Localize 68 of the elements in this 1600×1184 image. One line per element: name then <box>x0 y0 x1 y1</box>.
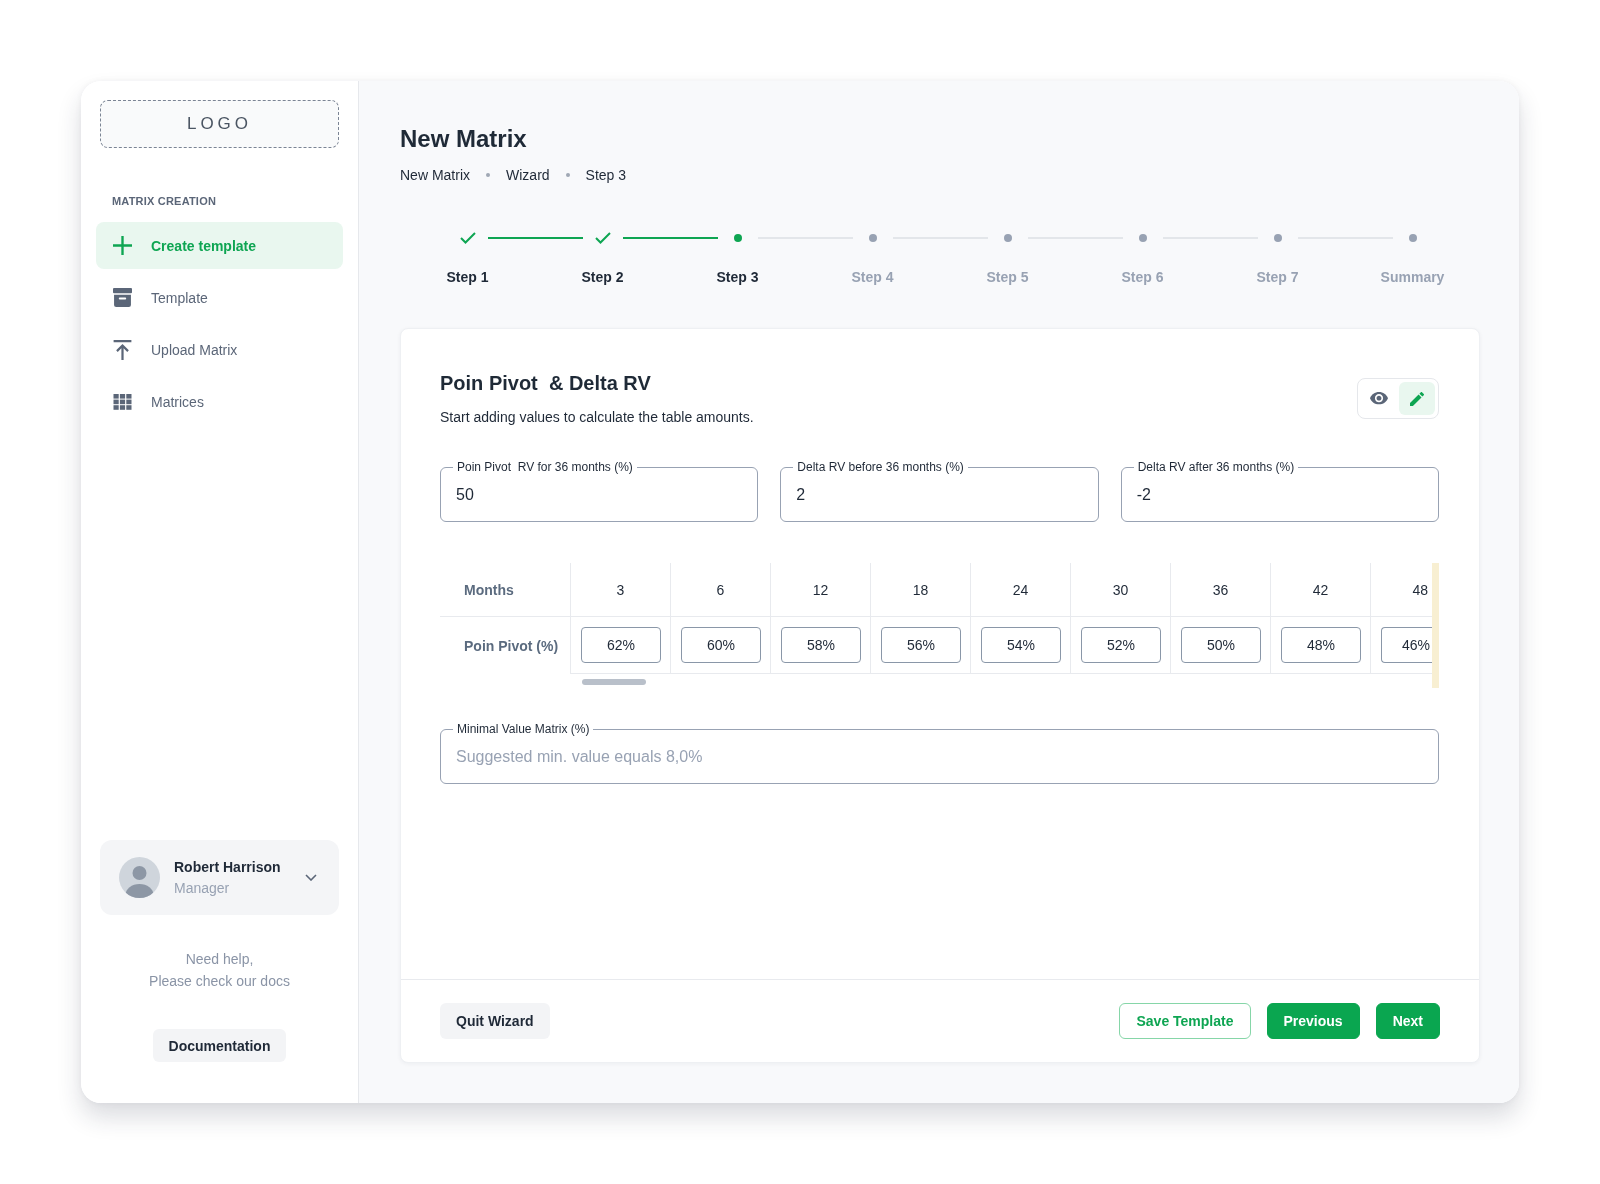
table-header-cell: 18 <box>871 563 971 617</box>
table-header-cell: 30 <box>1071 563 1171 617</box>
percentage-input[interactable]: 58% <box>781 627 861 663</box>
percentage-input[interactable]: 48% <box>1281 627 1361 663</box>
horizontal-scrollbar[interactable] <box>582 679 646 685</box>
field-label: Delta RV before 36 months (%) <box>796 460 965 474</box>
row-label: Poin Pivot (%) <box>440 617 571 674</box>
archive-box-icon <box>113 288 132 307</box>
step-label: Step 7 <box>1256 268 1299 286</box>
pencil-icon <box>1410 391 1424 406</box>
eye-icon <box>1370 392 1388 405</box>
step-label: Step 1 <box>446 268 489 286</box>
input-field[interactable]: Minimal Value Matrix (%) Suggested min. value equals 8,0% <box>440 722 1439 784</box>
page-title: New Matrix <box>400 124 528 154</box>
step-label: Step 2 <box>581 268 624 286</box>
upload-icon <box>113 339 132 360</box>
quit-wizard-button[interactable]: Quit Wizard <box>440 1003 550 1039</box>
percentage-input[interactable]: 46% <box>1381 627 1432 663</box>
text-input[interactable]: 2 <box>793 474 1086 515</box>
sidebar-item[interactable]: Template <box>96 274 343 321</box>
table-header-cell: 24 <box>971 563 1071 617</box>
field-label: Poin Pivot RV for 36 months (%) <box>456 460 634 474</box>
breadcrumb-link[interactable]: New Matrix <box>400 165 470 185</box>
percentage-input[interactable]: 60% <box>681 627 761 663</box>
sidebar-item[interactable]: Upload Matrix <box>96 326 343 373</box>
text-input[interactable]: 50 <box>453 474 746 515</box>
field-label: Minimal Value Matrix (%) <box>456 722 591 736</box>
edit-mode-button[interactable] <box>1399 382 1435 415</box>
step-label: Step 4 <box>851 268 894 286</box>
sidebar-item[interactable]: Matrices <box>96 378 343 425</box>
chevron-down-icon <box>305 874 317 881</box>
percentage-input[interactable]: 62% <box>581 627 661 663</box>
table-header-cell: 42 <box>1271 563 1371 617</box>
percentage-input[interactable]: 52% <box>1081 627 1161 663</box>
input-field[interactable]: Delta RV before 36 months (%) 2 <box>780 460 1099 522</box>
table-header-cell: 6 <box>671 563 771 617</box>
step-label: Summary <box>1380 268 1445 286</box>
table-header-cell: 3 <box>571 563 671 617</box>
table-header-cell: 12 <box>771 563 871 617</box>
user-card[interactable]: Robert Harrison Manager <box>100 840 339 915</box>
text-input[interactable]: -2 <box>1133 474 1426 515</box>
documentation-button[interactable]: Documentation <box>152 1029 287 1062</box>
breadcrumb-link[interactable]: Step 3 <box>585 165 627 185</box>
step-label: Step 5 <box>986 268 1029 286</box>
text-input[interactable]: Suggested min. value equals 8,0% <box>453 736 1426 777</box>
percentage-input[interactable]: 54% <box>981 627 1061 663</box>
input-field[interactable]: Delta RV after 36 months (%) -2 <box>1120 460 1439 522</box>
field-label: Delta RV after 36 months (%) <box>1136 460 1296 474</box>
logo-text: LOGO <box>186 114 253 134</box>
input-field[interactable]: Poin Pivot RV for 36 months (%) 50 <box>440 460 759 522</box>
help-text: Need help, Please check our docs <box>148 950 291 991</box>
step-label: Step 6 <box>1121 268 1164 286</box>
card-subtitle: Start adding values to calculate the table amounts. <box>440 408 754 426</box>
dot-separator-icon <box>486 173 490 177</box>
percentage-input[interactable]: 56% <box>881 627 961 663</box>
card-title: Poin Pivot & Delta RV <box>440 371 652 396</box>
grid-icon <box>113 393 132 410</box>
breadcrumb-link[interactable]: Wizard <box>506 165 550 185</box>
user-role: Manager <box>174 880 231 896</box>
dot-separator-icon <box>565 173 570 177</box>
step-label: Step 3 <box>716 268 759 286</box>
row-header: Months <box>440 563 571 617</box>
user-name: Robert Harrison <box>174 859 281 875</box>
section-title: MATRIX CREATION <box>112 194 218 208</box>
user-avatar <box>119 857 160 898</box>
plus-icon <box>113 236 132 255</box>
percentage-input[interactable]: 50% <box>1181 627 1261 663</box>
table-header-cell: 36 <box>1171 563 1271 617</box>
